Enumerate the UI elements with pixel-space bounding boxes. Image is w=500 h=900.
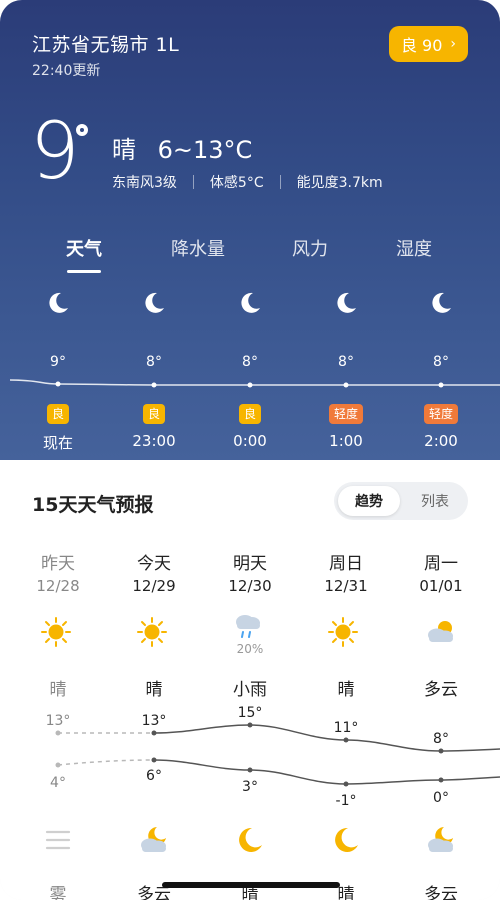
hourly-aqi-badge: 良 <box>142 404 166 424</box>
tab-wind[interactable]: 风力 <box>292 235 328 261</box>
moon-icon <box>337 292 356 313</box>
cloudy-night-icon <box>428 827 453 852</box>
low-temp: 6° <box>146 768 162 784</box>
high-temp: 11° <box>333 720 359 736</box>
trend-toggle-button[interactable]: 趋势 <box>338 486 400 516</box>
day-date: 12/30 <box>228 577 272 595</box>
home-indicator[interactable] <box>162 882 340 888</box>
current-details: 东南风3级 体感5°C 能见度3.7km <box>112 172 383 192</box>
day-condition: 晴 <box>145 680 163 700</box>
location-label[interactable]: 江苏省无锡市 1L <box>32 30 179 57</box>
list-toggle-button[interactable]: 列表 <box>404 486 466 516</box>
day-date: 12/29 <box>132 577 176 595</box>
high-temp: 15° <box>237 705 263 721</box>
view-toggle: 趋势 列表 <box>334 482 468 520</box>
hourly-tabs: 天气 降水量 风力 湿度 <box>0 235 500 265</box>
low-temp: 0° <box>433 790 449 806</box>
hourly-aqi-badge: 良 <box>46 404 70 424</box>
day-name: 周一 <box>424 554 458 574</box>
update-time: 22:40更新 <box>32 63 101 79</box>
high-temp: 8° <box>433 731 449 747</box>
moon-icon <box>239 827 262 852</box>
current-weather-panel: 江苏省无锡市 1L 22:40更新 良 90 › 9 晴 6~13°C 东南风3… <box>0 0 500 460</box>
day-name: 周日 <box>329 554 363 574</box>
sun-icon <box>328 617 358 647</box>
degree-symbol <box>76 124 88 136</box>
hourly-temp: 8° <box>242 354 258 370</box>
hourly-temp-curve <box>9 379 500 388</box>
wind-info: 东南风3级 <box>112 175 177 191</box>
sun-icon <box>137 617 167 647</box>
moon-icon <box>49 292 68 313</box>
high-temp: 13° <box>141 713 167 729</box>
night-condition: 多云 <box>424 885 458 900</box>
current-temperature: 9 <box>30 107 80 197</box>
divider <box>279 175 281 189</box>
cloudy-night-icon <box>141 827 166 852</box>
current-condition: 晴 6~13°C <box>112 130 252 165</box>
hourly-time: 1:00 <box>329 432 363 450</box>
hourly-temp: 8° <box>433 354 449 370</box>
moon-icon <box>432 292 451 313</box>
hourly-aqi-badge: 轻度 <box>328 404 364 424</box>
day-date: 12/28 <box>36 577 80 595</box>
day-date: 01/01 <box>419 577 463 595</box>
high-temp: 13° <box>45 713 71 729</box>
light-rain-icon <box>236 615 260 638</box>
low-temp: 3° <box>242 779 258 795</box>
tab-humidity[interactable]: 湿度 <box>396 235 432 261</box>
visibility: 能见度3.7km <box>296 175 383 191</box>
day-condition: 晴 <box>337 680 355 700</box>
hourly-time: 2:00 <box>424 432 458 450</box>
hourly-time: 现在 <box>42 434 74 452</box>
divider <box>192 175 194 189</box>
hourly-temp: 9° <box>50 354 66 370</box>
hourly-aqi-badge: 良 <box>238 404 262 424</box>
hourly-temp: 8° <box>146 354 162 370</box>
day-name: 昨天 <box>41 554 75 574</box>
low-temp: 4° <box>50 775 66 791</box>
low-temp: -1° <box>335 793 357 809</box>
hourly-aqi-badge: 轻度 <box>423 404 459 424</box>
night-condition: 雾 <box>49 885 67 900</box>
moon-icon <box>145 292 164 313</box>
sun-icon <box>41 617 71 647</box>
day-condition: 晴 <box>49 680 67 700</box>
tab-weather[interactable]: 天气 <box>66 235 102 261</box>
condition-text: 晴 <box>112 136 136 164</box>
day-condition: 小雨 <box>233 680 267 700</box>
day-name: 明天 <box>233 554 267 574</box>
day-name: 今天 <box>137 554 171 574</box>
moon-icon <box>335 827 358 852</box>
temp-range: 6~13°C <box>157 136 253 164</box>
feels-like: 体感5°C <box>209 175 264 191</box>
night-condition: 晴 <box>337 885 355 900</box>
menu-lines-icon <box>45 830 71 850</box>
hourly-time: 0:00 <box>233 432 267 450</box>
precip-probability: 20% <box>236 642 264 656</box>
hourly-temp: 8° <box>338 354 354 370</box>
app-frame: 江苏省无锡市 1L 22:40更新 良 90 › 9 晴 6~13°C 东南风3… <box>0 0 500 900</box>
day-condition: 多云 <box>424 680 458 700</box>
hourly-time: 23:00 <box>132 432 176 450</box>
moon-icon <box>241 292 260 313</box>
partly-cloudy-icon <box>428 621 453 642</box>
day-date: 12/31 <box>324 577 368 595</box>
chevron-right-icon: › <box>450 36 457 52</box>
aqi-button[interactable]: 良 90 › <box>389 26 468 62</box>
forecast-title: 15天天气预报 <box>32 494 154 516</box>
aqi-button-label: 良 90 <box>400 36 443 55</box>
active-tab-indicator <box>67 270 101 273</box>
tab-precipitation[interactable]: 降水量 <box>171 235 225 261</box>
